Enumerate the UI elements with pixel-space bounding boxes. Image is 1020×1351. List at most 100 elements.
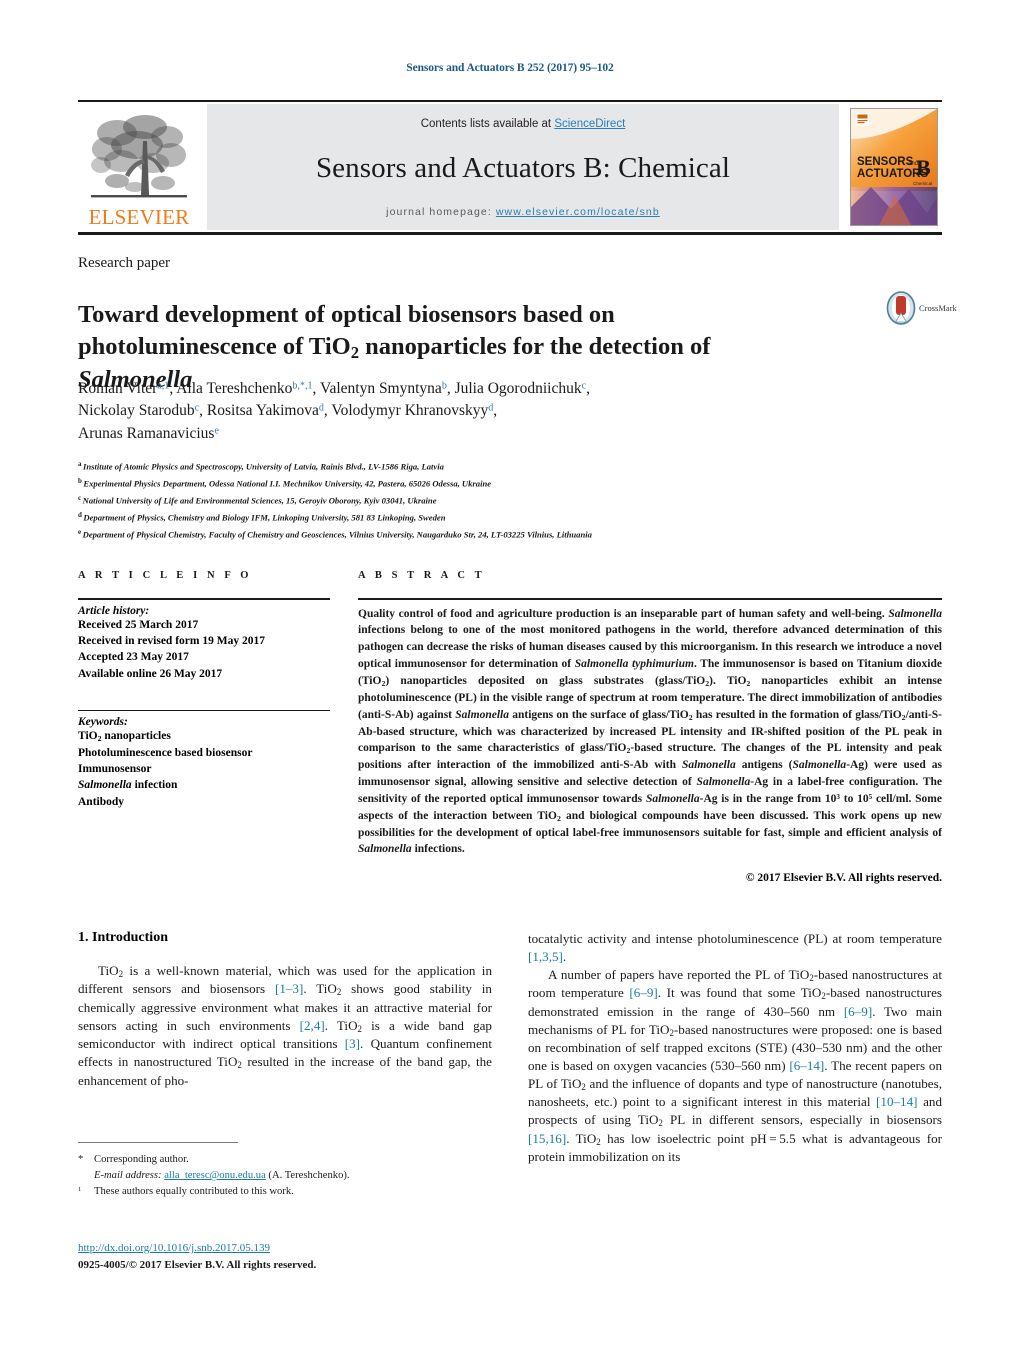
citation-ref[interactable]: [3] (345, 1036, 360, 1051)
cover-sublabel: Chemical (913, 181, 932, 186)
author-sep: , (312, 380, 320, 397)
affiliation-text: National University of Life and Environm… (82, 495, 437, 506)
citation-ref[interactable]: [6–9] (844, 1004, 872, 1019)
footnote-rule (78, 1142, 238, 1143)
author-name: Rositsa Yakimova (206, 402, 319, 420)
masthead-rule-top (78, 100, 942, 102)
abstract-heading: A B S T R A C T (358, 570, 486, 581)
masthead-rule-bottom (78, 232, 942, 235)
keyword-item: Salmonella infection (78, 779, 178, 792)
author-sep: , (493, 402, 498, 420)
paragraph: tocatalytic activity and intense photolu… (528, 931, 942, 964)
citation-ref[interactable]: [1–3] (275, 981, 303, 996)
journal-cover-art: SENSORS and ACTUATORS B Chemical (851, 109, 937, 225)
affiliation-item: b Experimental Physics Department, Odessa… (78, 475, 958, 492)
affiliation-item: a Institute of Atomic Physics and Spectro… (78, 458, 958, 475)
author-item: Nickolay Starodubc, (78, 402, 207, 419)
sciencedirect-link[interactable]: ScienceDirect (554, 118, 625, 130)
footnote-mark: 1 (78, 1186, 82, 1194)
author-marks[interactable]: e (214, 425, 218, 436)
info-abstract-section: A R T I C L E I N F O Article history: R… (78, 570, 942, 884)
doi-link[interactable]: http://dx.doi.org/10.1016/j.snb.2017.05.… (78, 1240, 578, 1257)
affiliation-list: a Institute of Atomic Physics and Spectro… (78, 458, 958, 543)
keyword-item: Antibody (78, 795, 125, 808)
author-item: Valentyn Smyntynab, (320, 380, 455, 397)
email-label: E-mail address: (94, 1170, 162, 1182)
history-item: Received 25 March 2017 (78, 618, 199, 631)
citation-ref[interactable]: [10–14] (876, 1094, 917, 1109)
journal-homepage-link[interactable]: www.elsevier.com/locate/snb (496, 206, 660, 218)
copyright-notice: © 2017 Elsevier B.V. All rights reserved… (745, 872, 942, 885)
author-item: Rositsa Yakimovad, (207, 402, 331, 419)
cover-letter: B (916, 155, 931, 180)
paper-page: Sensors and Actuators B 252 (2017) 95–10… (0, 0, 1020, 1351)
author-item: Arunas Ramanaviciuse (78, 425, 219, 442)
paragraph: TiO2 is a well-known material, which was… (78, 963, 492, 1088)
affiliation-item: e Department of Physical Chemistry, Facul… (78, 526, 958, 543)
history-item: Accepted 23 May 2017 (78, 651, 189, 664)
contents-prefix: Contents lists available at (420, 118, 555, 130)
citation-ref[interactable]: [2,4] (300, 1018, 325, 1033)
email-link[interactable]: alla_teresc@onu.edu.ua (164, 1170, 266, 1181)
article-info-column: A R T I C L E I N F O Article history: R… (78, 570, 330, 884)
journal-cover-block: SENSORS and ACTUATORS B Chemical (846, 104, 942, 230)
author-sep: , (586, 380, 590, 397)
title-line-1: Toward development of optical biosensors… (78, 301, 615, 329)
author-item: Julia Ogorodniichukc, (455, 380, 590, 397)
article-history-block: Article history: Received 25 March 2017 … (78, 605, 330, 682)
author-name: Volodymyr Khranovskyy (331, 402, 489, 420)
affiliation-text: Institute of Atomic Physics and Spectros… (83, 461, 444, 472)
journal-cover-thumbnail[interactable]: SENSORS and ACTUATORS B Chemical (850, 108, 938, 226)
article-history-label: Article history: (78, 604, 150, 617)
history-item: Received in revised form 19 May 2017 (78, 634, 265, 647)
author-sep: , (446, 380, 455, 397)
citation-ref[interactable]: [6–14] (789, 1058, 824, 1073)
footnote-equal-contribution: 1 These authors equally contributed to th… (78, 1184, 498, 1200)
crossmark-icon[interactable] (886, 291, 916, 325)
title-line-2-a: photoluminescence of TiO (78, 333, 351, 361)
keyword-item: Photoluminescence based biosensor (78, 746, 253, 759)
author-item: Roman Vitera,1, (78, 380, 176, 397)
journal-title: Sensors and Actuators B: Chemical (315, 151, 731, 184)
running-head: Sensors and Actuators B 252 (2017) 95–10… (406, 62, 614, 74)
footnote-text: Corresponding author. (94, 1154, 189, 1165)
author-marks[interactable]: a,1 (157, 380, 169, 391)
introduction-heading: 1. Introduction (78, 930, 168, 945)
footnote-corresponding-author: * Corresponding author. E-mail address: a… (78, 1152, 498, 1184)
affiliation-item: c National University of Life and Environ… (78, 492, 958, 509)
footnote-text: These authors equally contributed to thi… (94, 1186, 294, 1198)
paragraph: A number of papers have reported the PL … (528, 966, 943, 1165)
citation-ref[interactable]: [6–9] (629, 985, 657, 1000)
title-subscript: 2 (350, 343, 360, 363)
section-headings-row: A R T I C L E I N F O Article history: R… (78, 570, 942, 884)
column-gutter (330, 570, 358, 884)
author-name: Alla Tereshchenko (176, 380, 293, 397)
citation-ref[interactable]: [1,3,5] (528, 949, 563, 964)
author-marks[interactable]: b,*,1 (292, 380, 312, 391)
affiliation-text: Department of Physical Chemistry, Facult… (82, 529, 592, 540)
affiliation-item: d Department of Physics, Chemistry and Bi… (78, 509, 958, 526)
keywords-rule (78, 709, 330, 712)
abstract-rule (358, 598, 942, 600)
issn-copyright-line: 0925-4005/© 2017 Elsevier B.V. All right… (78, 1258, 317, 1271)
author-item: Alla Tereshchenkob,*,1, (176, 380, 320, 397)
crossmark-badge[interactable]: CrossMark (886, 283, 966, 333)
keywords-label: Keywords: (78, 716, 128, 729)
affiliation-text: Department of Physics, Chemistry and Bio… (83, 512, 446, 523)
cover-line1: SENSORS (857, 156, 914, 168)
masthead-center-panel: Contents lists available at ScienceDirec… (207, 104, 839, 230)
title-line-2-b: nanoparticles for the detection of (359, 333, 711, 361)
author-name: Nickolay Starodub (78, 402, 195, 420)
email-owner: (A. Tereshchenko). (268, 1170, 350, 1182)
citation-ref[interactable]: [15,16] (528, 1131, 566, 1146)
keywords-block: Keywords: TiO2 nanoparticles Photolumine… (78, 716, 330, 810)
elsevier-wordmark: ELSEVIER (88, 205, 190, 229)
history-item: Available online 26 May 2017 (78, 667, 223, 680)
keyword-item: Immunosensor (78, 762, 152, 775)
author-name: Julia Ogorodniichuk (454, 380, 582, 397)
abstract-text: Quality control of food and agriculture … (358, 607, 942, 856)
elsevier-tree-icon (91, 115, 187, 198)
journal-homepage-line: journal homepage: www.elsevier.com/locat… (386, 206, 660, 218)
article-info-rule (78, 598, 330, 600)
contents-list-line: Contents lists available at ScienceDirec… (421, 118, 626, 130)
